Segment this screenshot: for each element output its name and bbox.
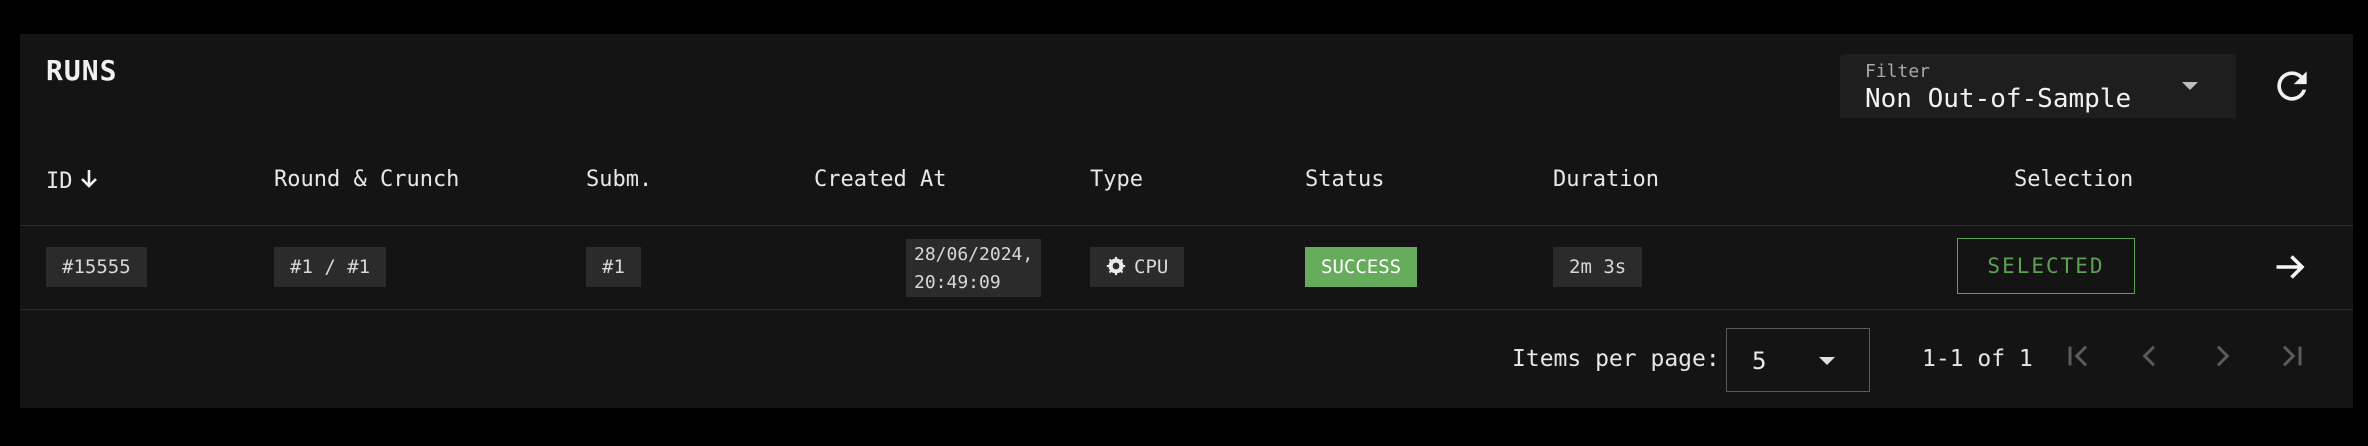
caret-down-icon [1819, 357, 1835, 365]
column-header-created-at: Created At [814, 167, 947, 192]
items-per-page-select[interactable]: 5 [1726, 328, 1870, 392]
column-header-round-crunch: Round & Crunch [274, 167, 460, 192]
submission-chip: #1 [586, 247, 641, 287]
type-chip: CPU [1090, 247, 1185, 287]
gear-icon [1106, 256, 1126, 276]
round-crunch-chip: #1 / #1 [274, 247, 387, 287]
items-per-page-value: 5 [1752, 347, 1767, 375]
created-at-chip: 28/06/2024, 20:49:09 [906, 239, 1042, 297]
filter-label: Filter [1865, 61, 1931, 82]
chevron-right-icon[interactable] [2206, 340, 2238, 372]
row-divider [20, 309, 2353, 310]
run-id-chip: #15555 [46, 247, 147, 287]
arrow-right-icon[interactable] [2272, 249, 2308, 285]
column-header-status: Status [1305, 167, 1385, 192]
header-divider [20, 225, 2353, 226]
status-badge: SUCCESS [1305, 247, 1418, 287]
caret-down-icon [2182, 82, 2198, 90]
refresh-icon[interactable] [2270, 64, 2314, 108]
first-page-icon[interactable] [2062, 340, 2094, 372]
filter-select[interactable]: Filter Non Out-of-Sample [1840, 54, 2236, 118]
runs-panel: RUNS Filter Non Out-of-Sample ID Round &… [20, 34, 2353, 408]
column-header-selection: Selection [2014, 167, 2134, 192]
last-page-icon[interactable] [2276, 340, 2308, 372]
column-header-id[interactable]: ID [46, 167, 101, 194]
type-label: CPU [1134, 256, 1169, 278]
column-header-duration: Duration [1553, 167, 1659, 192]
items-per-page-label: Items per page: [1512, 346, 1720, 372]
duration-chip: 2m 3s [1553, 247, 1643, 287]
page-range: 1-1 of 1 [1922, 346, 2033, 372]
filter-value: Non Out-of-Sample [1865, 84, 2132, 114]
column-header-subm: Subm. [586, 167, 653, 192]
column-header-type: Type [1090, 167, 1143, 192]
arrow-down-icon [80, 170, 97, 188]
selected-badge[interactable]: SELECTED [1957, 238, 2135, 294]
page-title: RUNS [46, 54, 118, 87]
column-header-id-label: ID [46, 169, 73, 194]
chevron-left-icon[interactable] [2134, 340, 2166, 372]
